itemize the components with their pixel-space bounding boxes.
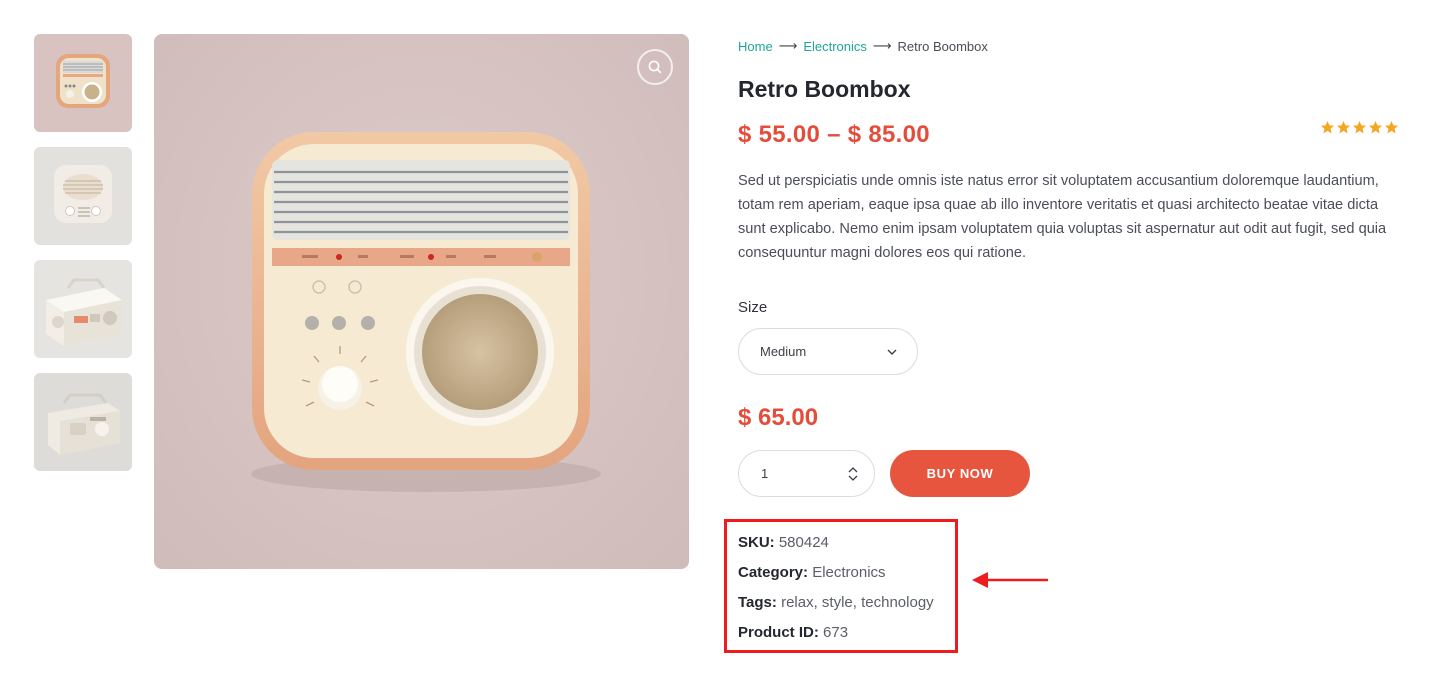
quantity-increase-button[interactable] <box>848 466 858 473</box>
breadcrumb-category[interactable]: Electronics <box>803 39 867 54</box>
product-id-value: 673 <box>823 624 849 641</box>
thumbnail-4[interactable] <box>34 373 132 471</box>
star-icon <box>1352 121 1367 134</box>
category-row: Category: Electronics <box>738 563 934 593</box>
annotation-arrow-icon <box>972 572 1048 588</box>
sku-value: 580424 <box>778 534 829 551</box>
breadcrumb-home[interactable]: Home <box>738 39 773 54</box>
size-select[interactable]: Medium <box>738 328 918 375</box>
quantity-value[interactable]: 1 <box>761 466 848 481</box>
radio-front-image <box>56 54 110 108</box>
white-radio-image <box>54 165 112 223</box>
star-icon <box>1320 121 1335 134</box>
boombox-side-image <box>48 393 120 455</box>
selected-price: $ 65.00 <box>738 404 819 431</box>
quantity-arrows <box>848 466 858 481</box>
rating-stars <box>1320 120 1399 135</box>
chevron-down-icon <box>848 475 858 481</box>
zoom-button[interactable] <box>637 49 673 85</box>
product-id-row: Product ID: 673 <box>738 623 934 653</box>
product-id-label: Product ID: <box>738 624 819 641</box>
star-icon <box>1384 121 1399 134</box>
tags-value[interactable]: relax, style, technology <box>781 594 934 611</box>
star-icon <box>1368 121 1383 134</box>
size-label: Size <box>738 299 768 316</box>
chevron-down-icon <box>887 349 897 355</box>
thumbnail-3[interactable] <box>34 260 132 358</box>
category-label: Category: <box>738 564 809 581</box>
quantity-decrease-button[interactable] <box>848 475 858 481</box>
retro-radio-image <box>251 132 601 492</box>
chevron-up-icon <box>848 466 858 472</box>
breadcrumb: Home ⟶ Electronics ⟶ Retro Boombox <box>738 38 988 54</box>
breadcrumb-separator: ⟶ <box>778 38 798 53</box>
buy-now-button[interactable]: BUY NOW <box>890 450 1030 497</box>
search-icon <box>648 60 662 74</box>
boombox-angle-image <box>46 278 122 346</box>
product-main-image[interactable] <box>154 34 689 569</box>
thumbnail-1[interactable] <box>34 34 132 132</box>
sku-label: SKU: <box>738 534 775 551</box>
breadcrumb-separator: ⟶ <box>872 38 892 53</box>
thumbnail-gallery <box>34 34 132 486</box>
size-selected-value: Medium <box>760 344 807 359</box>
category-value[interactable]: Electronics <box>812 564 885 581</box>
thumbnail-2[interactable] <box>34 147 132 245</box>
product-title: Retro Boombox <box>738 76 911 102</box>
product-meta: SKU: 580424 Category: Electronics Tags: … <box>738 533 934 653</box>
star-icon <box>1336 121 1351 134</box>
sku-row: SKU: 580424 <box>738 533 934 563</box>
breadcrumb-current: Retro Boombox <box>897 38 988 54</box>
price-range: $ 55.00 – $ 85.00 <box>738 121 930 148</box>
product-description: Sed ut perspiciatis unde omnis iste natu… <box>738 173 1387 261</box>
tags-row: Tags: relax, style, technology <box>738 593 934 623</box>
tags-label: Tags: <box>738 594 777 611</box>
quantity-stepper[interactable]: 1 <box>738 450 875 497</box>
